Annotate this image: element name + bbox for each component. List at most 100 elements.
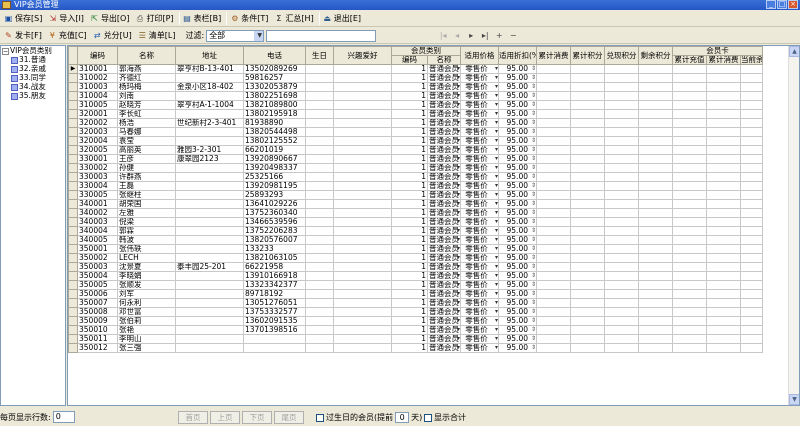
numeric-cell[interactable] — [604, 271, 639, 281]
numeric-cell[interactable] — [570, 217, 605, 227]
member-birthday[interactable] — [305, 190, 334, 200]
numeric-cell[interactable] — [672, 145, 707, 155]
member-hobby[interactable] — [333, 217, 392, 227]
numeric-cell[interactable] — [638, 100, 673, 110]
member-hobby[interactable] — [333, 298, 392, 308]
last-page-button[interactable]: 尾页 — [274, 411, 304, 424]
member-address[interactable] — [175, 226, 244, 236]
numeric-cell[interactable] — [536, 262, 571, 272]
numeric-cell[interactable] — [570, 271, 605, 281]
numeric-cell[interactable] — [570, 343, 605, 353]
member-hobby[interactable] — [333, 118, 392, 128]
column-header[interactable]: 生日 — [305, 46, 334, 65]
class-code[interactable]: 1 — [391, 235, 428, 245]
vertical-scrollbar[interactable]: ▲ ▼ — [788, 46, 799, 405]
member-hobby[interactable] — [333, 307, 392, 317]
table-row[interactable]: 340002左雅 13752360340 1普通会员零售价95.00 — [68, 208, 764, 218]
column-header[interactable]: 适用价格 — [460, 46, 499, 65]
member-code[interactable]: 310004 — [77, 91, 118, 101]
price-select[interactable]: 零售价 — [460, 271, 499, 281]
numeric-cell[interactable] — [570, 118, 605, 128]
class-code[interactable]: 1 — [391, 343, 428, 353]
class-name-select[interactable]: 普通会员 — [427, 334, 461, 344]
discount-spinner[interactable]: 95.00 — [498, 307, 537, 317]
numeric-cell[interactable] — [672, 226, 707, 236]
numeric-cell[interactable] — [706, 325, 741, 335]
numeric-cell[interactable] — [706, 208, 741, 218]
discount-spinner[interactable]: 95.00 — [498, 163, 537, 173]
numeric-cell[interactable] — [672, 100, 707, 110]
discount-spinner[interactable]: 95.00 — [498, 217, 537, 227]
numeric-cell[interactable] — [706, 127, 741, 137]
numeric-cell[interactable] — [604, 235, 639, 245]
member-birthday[interactable] — [305, 64, 334, 74]
numeric-cell[interactable] — [604, 334, 639, 344]
numeric-cell[interactable] — [706, 118, 741, 128]
numeric-cell[interactable] — [706, 109, 741, 119]
class-code[interactable]: 1 — [391, 325, 428, 335]
class-code[interactable]: 1 — [391, 244, 428, 254]
numeric-cell[interactable] — [706, 217, 741, 227]
price-select[interactable]: 零售价 — [460, 73, 499, 83]
member-address[interactable]: 康翠园2123 — [175, 154, 244, 164]
member-hobby[interactable] — [333, 73, 392, 83]
member-phone[interactable]: 13920981195 — [243, 181, 306, 191]
class-name-select[interactable]: 普通会员 — [427, 289, 461, 299]
table-row[interactable]: 350007何永利 13051276051 1普通会员零售价95.00 — [68, 298, 764, 308]
numeric-cell[interactable] — [570, 91, 605, 101]
numeric-cell[interactable] — [638, 235, 673, 245]
minimize-button[interactable]: _ — [766, 0, 776, 9]
numeric-cell[interactable] — [536, 109, 571, 119]
numeric-cell[interactable] — [706, 91, 741, 101]
numeric-cell[interactable] — [536, 100, 571, 110]
member-birthday[interactable] — [305, 109, 334, 119]
member-phone[interactable]: 13820544498 — [243, 127, 306, 137]
class-name-select[interactable]: 普通会员 — [427, 73, 461, 83]
member-name[interactable]: 张伯莉 — [117, 316, 176, 326]
column-header[interactable]: 适用折扣(%) — [498, 46, 537, 65]
numeric-cell[interactable] — [740, 199, 764, 209]
numeric-cell[interactable] — [604, 73, 639, 83]
class-code[interactable]: 1 — [391, 226, 428, 236]
member-phone[interactable]: 13466539596 — [243, 217, 306, 227]
member-name[interactable]: 杨浩 — [117, 118, 176, 128]
birthday-days-input[interactable]: 0 — [395, 412, 410, 423]
numeric-cell[interactable] — [740, 109, 764, 119]
member-phone[interactable]: 13910166918 — [243, 271, 306, 281]
member-name[interactable]: 郭海燕 — [117, 64, 176, 74]
numeric-cell[interactable] — [604, 145, 639, 155]
member-code[interactable]: 310002 — [77, 73, 118, 83]
class-name-select[interactable]: 普通会员 — [427, 127, 461, 137]
price-select[interactable]: 零售价 — [460, 127, 499, 137]
class-code[interactable]: 1 — [391, 271, 428, 281]
numeric-cell[interactable] — [638, 262, 673, 272]
class-code[interactable]: 1 — [391, 316, 428, 326]
member-birthday[interactable] — [305, 262, 334, 272]
member-phone[interactable]: 13323342377 — [243, 280, 306, 290]
numeric-cell[interactable] — [672, 334, 707, 344]
member-code[interactable]: 340001 — [77, 199, 118, 209]
member-name[interactable]: LECH — [117, 253, 176, 263]
numeric-cell[interactable] — [740, 73, 764, 83]
member-birthday[interactable] — [305, 226, 334, 236]
price-select[interactable]: 零售价 — [460, 91, 499, 101]
toolbar-button-export[interactable]: ⇱ 导出[O] — [88, 12, 134, 26]
member-hobby[interactable] — [333, 172, 392, 182]
numeric-cell[interactable] — [536, 163, 571, 173]
numeric-cell[interactable] — [706, 226, 741, 236]
numeric-cell[interactable] — [536, 91, 571, 101]
discount-spinner[interactable]: 95.00 — [498, 271, 537, 281]
member-address[interactable]: 金泉小区18-402 — [175, 82, 244, 92]
member-name[interactable]: 孙健 — [117, 163, 176, 173]
member-phone[interactable]: 13821089800 — [243, 100, 306, 110]
class-name-select[interactable]: 普通会员 — [427, 100, 461, 110]
group-header-member-class[interactable]: 会员类别 — [391, 46, 461, 56]
member-phone[interactable]: 89718192 — [243, 289, 306, 299]
member-hobby[interactable] — [333, 100, 392, 110]
numeric-cell[interactable] — [570, 235, 605, 245]
numeric-cell[interactable] — [672, 280, 707, 290]
numeric-cell[interactable] — [638, 145, 673, 155]
member-phone[interactable]: 13920498337 — [243, 163, 306, 173]
numeric-cell[interactable] — [570, 289, 605, 299]
numeric-cell[interactable] — [672, 289, 707, 299]
